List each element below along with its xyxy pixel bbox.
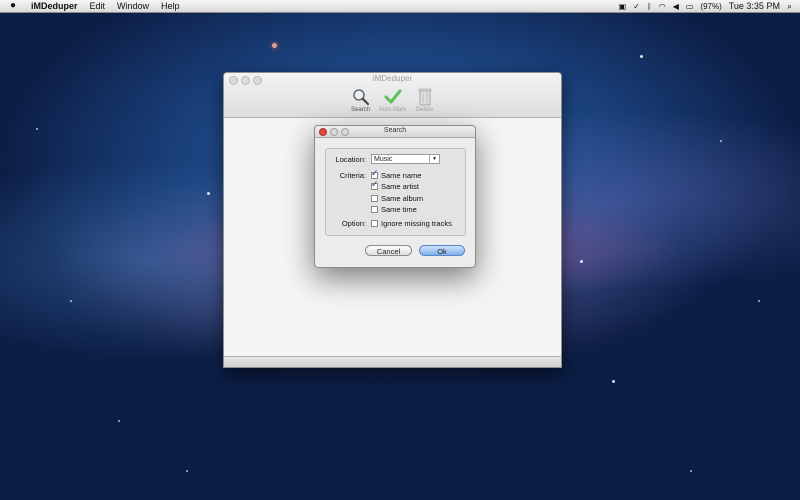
check-status-icon[interactable]: ✓: [633, 2, 640, 11]
same-album-label: Same album: [381, 194, 424, 203]
auto-mark-tool-button[interactable]: Auto Mark: [378, 88, 408, 113]
star: [690, 470, 692, 472]
window-title: iMDeduper: [372, 74, 413, 83]
status-bar: [224, 356, 561, 367]
clock[interactable]: Tue 3:35 PM: [729, 1, 780, 11]
ok-button[interactable]: Ok: [419, 245, 465, 256]
option-label: Option:: [341, 219, 366, 228]
checkbox-unchecked: [371, 206, 378, 213]
menu-bar: ● iMDeduper Edit Window Help ▣ ✓ ᛒ ◠ ◀ ▭…: [0, 0, 800, 13]
same-artist-label: Same artist: [381, 182, 419, 191]
menu-help[interactable]: Help: [161, 1, 180, 11]
dialog-titlebar: Search: [315, 126, 475, 138]
search-dialog: Search Location: Music ▼ Criteria: Same …: [314, 125, 476, 268]
trash-icon: [410, 88, 440, 106]
star: [640, 55, 643, 58]
star: [720, 140, 722, 142]
auto-mark-tool-label: Auto Mark: [378, 107, 407, 113]
star: [758, 300, 760, 302]
bluetooth-icon[interactable]: ᛒ: [647, 2, 652, 11]
magnifier-icon: [346, 88, 376, 106]
star: [118, 420, 120, 422]
volume-icon[interactable]: ◀: [673, 2, 679, 11]
menu-window[interactable]: Window: [117, 1, 149, 11]
delete-tool-button[interactable]: Delete: [410, 88, 440, 113]
star: [580, 260, 583, 263]
star: [186, 470, 188, 472]
ignore-missing-tracks-label: Ignore missing tracks: [381, 219, 452, 228]
app-status-icon[interactable]: ▣: [619, 2, 627, 11]
same-artist-checkbox[interactable]: Same artist: [371, 179, 419, 191]
same-name-label: Same name: [381, 171, 422, 180]
star: [272, 43, 277, 48]
spotlight-search-icon[interactable]: ⌕: [787, 1, 792, 12]
same-time-checkbox[interactable]: Same time: [371, 205, 417, 214]
battery-percent: (97%): [700, 1, 722, 11]
search-tool-button[interactable]: Search: [346, 88, 376, 113]
same-name-checkbox[interactable]: Same name: [371, 168, 422, 180]
window-titlebar: iMDeduper Search Auto Mark Delete: [224, 73, 561, 118]
criteria-label: Criteria:: [339, 171, 366, 180]
cancel-button[interactable]: Cancel: [365, 245, 412, 256]
wifi-icon[interactable]: ◠: [659, 2, 666, 11]
star: [36, 128, 38, 130]
delete-tool-label: Delete: [415, 107, 434, 113]
chevron-down-icon: ▼: [429, 155, 439, 163]
checkbox-checked: [371, 179, 379, 190]
star: [70, 300, 72, 302]
location-select[interactable]: Music ▼: [371, 154, 440, 164]
toolbar: Search Auto Mark Delete: [224, 88, 561, 113]
search-tool-label: Search: [350, 107, 370, 113]
checkbox-unchecked: [371, 220, 378, 227]
location-select-value: Music: [374, 156, 393, 163]
menu-extras: ▣ ✓ ᛒ ◠ ◀ ▭ (97%) Tue 3:35 PM ⌕: [612, 0, 792, 12]
dialog-title: Search: [383, 127, 407, 134]
checkbox-checked: [371, 168, 379, 179]
apple-menu-icon[interactable]: ●: [10, 1, 19, 11]
star: [207, 192, 210, 195]
checkmark-icon: [378, 88, 408, 106]
same-album-checkbox[interactable]: Same album: [371, 194, 423, 203]
search-options-group: Location: Music ▼ Criteria: Same name Sa…: [325, 148, 466, 236]
location-label: Location:: [335, 155, 366, 164]
star: [612, 380, 615, 383]
checkbox-unchecked: [371, 195, 378, 202]
ignore-missing-tracks-checkbox[interactable]: Ignore missing tracks: [371, 219, 452, 228]
same-time-label: Same time: [381, 205, 417, 214]
battery-icon[interactable]: ▭: [686, 2, 694, 11]
menu-edit[interactable]: Edit: [90, 1, 106, 11]
menu-app-name[interactable]: iMDeduper: [31, 1, 78, 11]
